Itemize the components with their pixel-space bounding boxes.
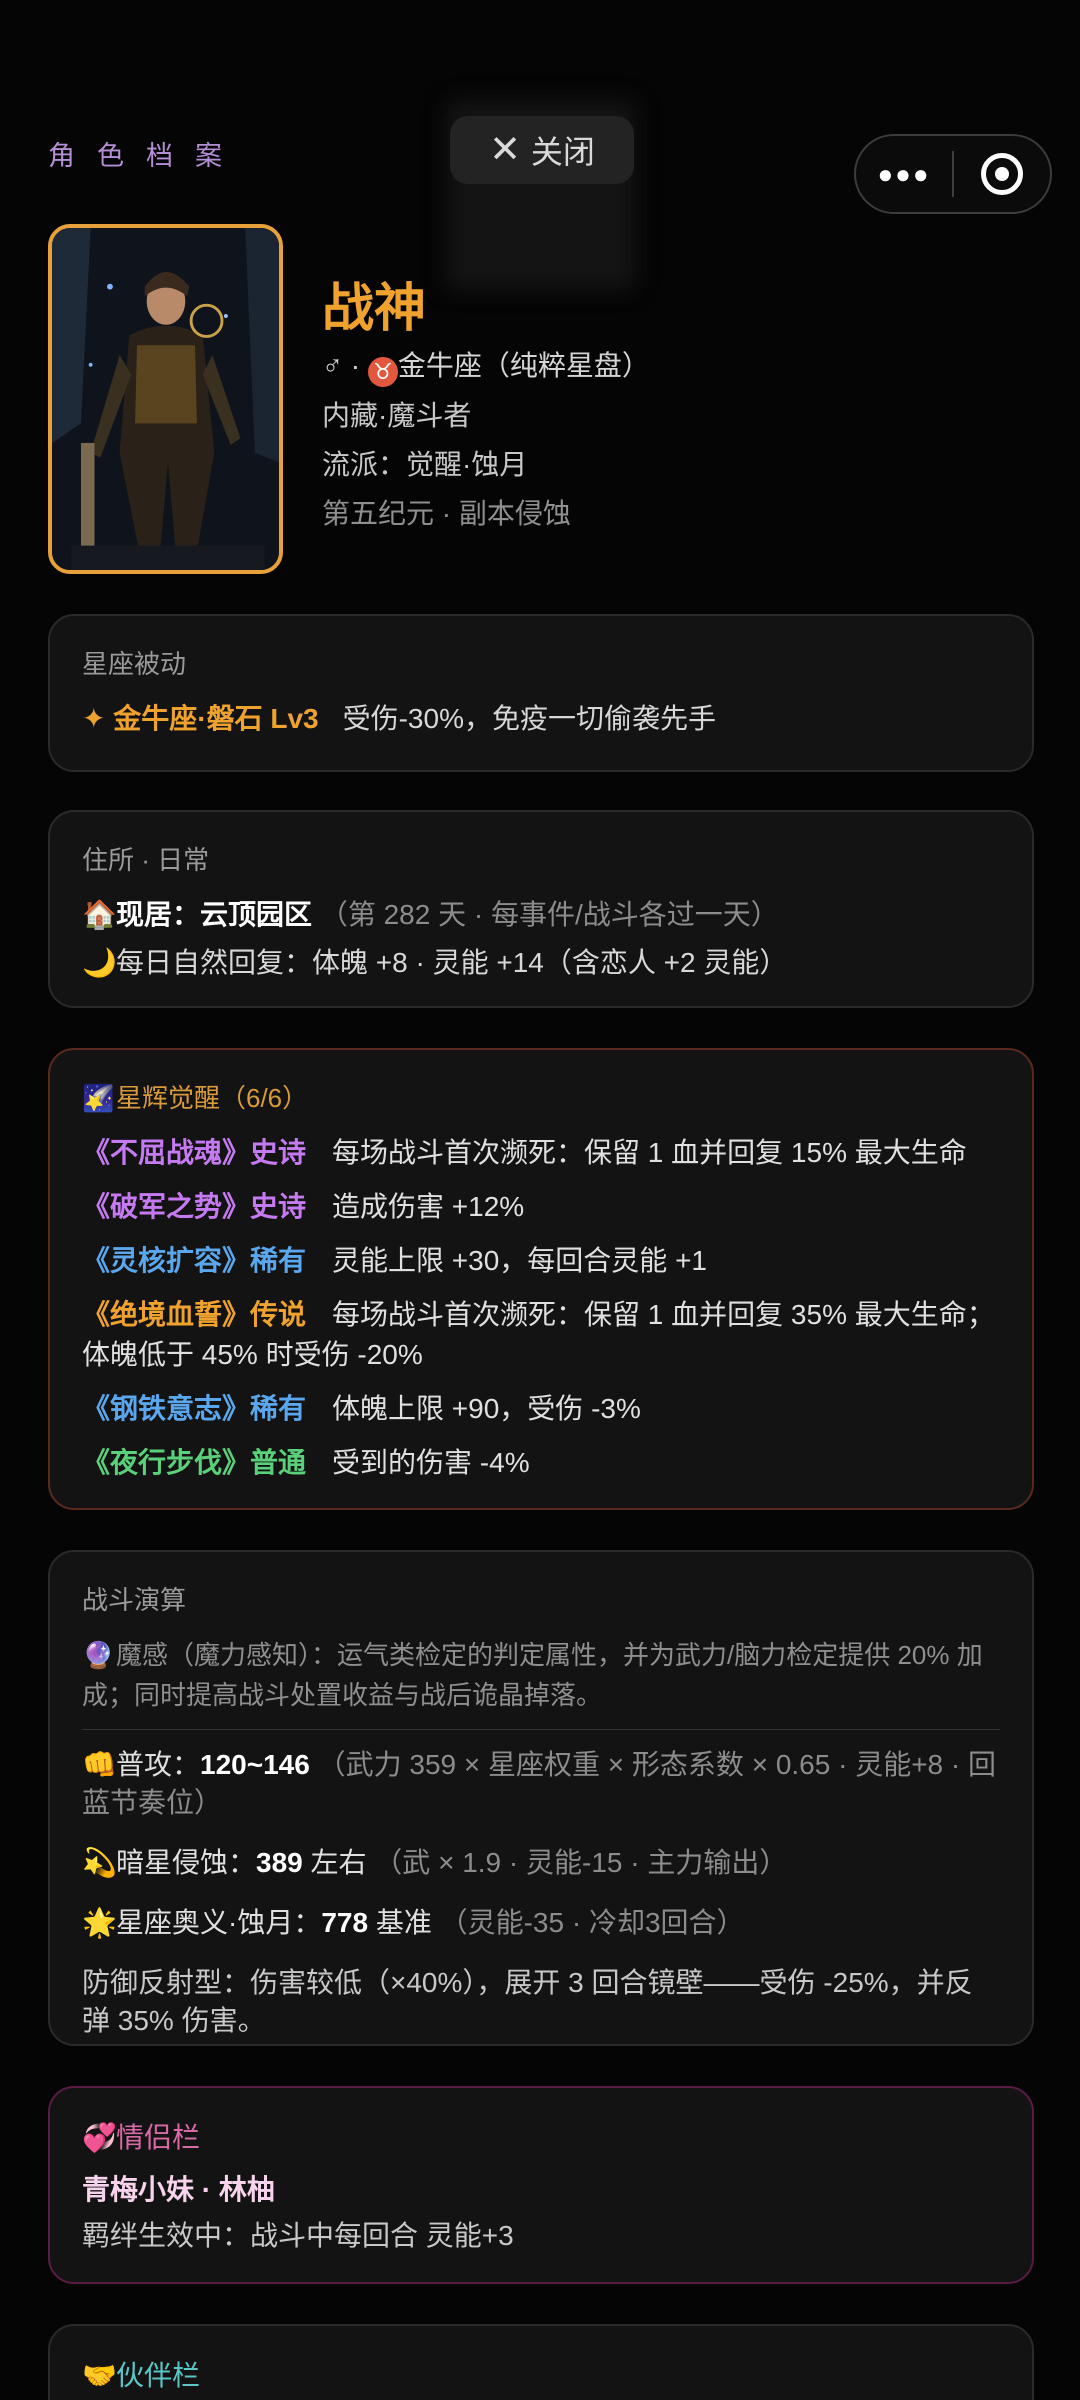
hidden-class: 内藏·魔斗者 — [322, 400, 472, 431]
lover-bond: 羁绊生效中：战斗中每回合 灵能+3 — [82, 2220, 514, 2251]
close-label: 关闭 — [530, 134, 595, 170]
ult-row: 🌟星座奥义·蚀月：778 基准 （灵能-35 · 冷却3回合） — [82, 1904, 1000, 1942]
page-title: 角色档案 — [48, 141, 244, 171]
awakening-item: 《绝境血誓》传说 每场战斗首次濒死：保留 1 血并回复 35% 最大生命；体魄低于… — [82, 1295, 1000, 1375]
crystal-ball-icon: 🔮 — [82, 1640, 115, 1670]
awakening-item: 《破军之势》史诗 造成伤害 +12% — [82, 1187, 1000, 1227]
ult-value: 778 — [321, 1907, 369, 1938]
recovery-row: 🌙每日自然回复：体魄 +8 · 灵能 +14（含恋人 +2 灵能） — [82, 943, 1000, 983]
erode-row: 💫暗星侵蚀：389 左右 （武 × 1.9 · 灵能-15 · 主力输出） — [82, 1844, 1000, 1882]
exit-target-icon[interactable] — [954, 153, 1050, 195]
home-label: 现居： — [116, 899, 201, 930]
lover-title: 💞情侣栏 — [82, 2122, 201, 2153]
more-icon[interactable]: ●●● — [856, 159, 952, 190]
lover-name: 青梅小妹 · 林柚 — [82, 2174, 275, 2205]
hearts-icon: 💞 — [82, 2122, 117, 2153]
home-name: 云顶园区 — [200, 899, 313, 930]
residence-card: 住所 · 日常 🏠现居：云顶园区 （第 282 天 · 每事件/战斗各过一天） … — [48, 810, 1034, 1008]
passive-title: 星座被动 — [82, 649, 187, 679]
magic-sense-note: 🔮魔感（魔力感知）：运气类检定的判定属性，并为武力/脑力检定提供 20% 加成；… — [82, 1635, 1000, 1715]
awakening-name: 《夜行步伐》普通 — [82, 1447, 307, 1478]
awakening-name: 《不屈战魂》史诗 — [82, 1137, 307, 1168]
attack-row: 👊普攻：120~146 （武力 359 × 星座权重 × 形态系数 × 0.65… — [82, 1746, 1000, 1822]
awakening-desc: 灵能上限 +30，每回合灵能 +1 — [332, 1245, 707, 1276]
battle-title: 战斗演算 — [82, 1585, 187, 1615]
moon-icon: 🌙 — [82, 947, 117, 978]
zodiac-label: 金牛座（纯粹星盘） — [397, 350, 650, 381]
awakening-name: 《钢铁意志》稀有 — [82, 1393, 307, 1424]
glowing-star-icon: 🌟 — [82, 1907, 117, 1938]
awakening-name: 《破军之势》史诗 — [82, 1191, 307, 1222]
awakening-name: 《绝境血誓》传说 — [82, 1299, 307, 1330]
star-icon: ✦ — [82, 703, 106, 734]
passive-card: 星座被动 ✦ 金牛座·磐石 Lv3 受伤-30%，免疫一切偷袭先手 — [48, 614, 1034, 772]
taurus-icon: ♉ — [367, 357, 398, 387]
awakening-desc: 体魄上限 +90，受伤 -3% — [332, 1393, 641, 1424]
era: 第五纪元 · 副本侵蚀 — [322, 498, 571, 529]
ult-note: （灵能-35 · 冷却3回合） — [439, 1907, 745, 1938]
shooting-star-icon: 🌠 — [82, 1083, 115, 1113]
fist-icon: 👊 — [82, 1749, 117, 1780]
battle-card: 战斗演算 🔮魔感（魔力感知）：运气类检定的判定属性，并为武力/脑力检定提供 20… — [48, 1550, 1034, 2046]
partner-title: 🤝伙伴栏 — [82, 2360, 201, 2391]
defense-row: 防御反射型：伤害较低（×40%），展开 3 回合镜壁——受伤 -25%，并反弹 … — [82, 1967, 973, 2036]
close-button[interactable]: ✕ 关闭 — [450, 116, 634, 184]
house-icon: 🏠 — [82, 899, 117, 930]
handshake-icon: 🤝 — [82, 2360, 117, 2391]
erode-value: 389 — [256, 1847, 303, 1878]
awakening-item: 《钢铁意志》稀有 体魄上限 +90，受伤 -3% — [82, 1389, 1000, 1429]
home-note: （第 282 天 · 每事件/战斗各过一天） — [319, 899, 779, 930]
awakening-title: 🌠星辉觉醒（6/6） — [82, 1083, 309, 1113]
awakening-card: 🌠星辉觉醒（6/6） 《不屈战魂》史诗 每场战斗首次濒死：保留 1 血并回复 15… — [48, 1048, 1034, 1510]
school: 流派：觉醒·蚀月 — [322, 449, 528, 480]
character-name: 战神 — [322, 280, 427, 338]
residence-home-row: 🏠现居：云顶园区 （第 282 天 · 每事件/战斗各过一天） — [82, 895, 1000, 935]
passive-effect: 受伤-30%，免疫一切偷袭先手 — [342, 703, 716, 734]
awakening-desc: 受到的伤害 -4% — [332, 1447, 530, 1478]
awakening-desc: 造成伤害 +12% — [332, 1191, 525, 1222]
lover-card: 💞情侣栏 青梅小妹 · 林柚 羁绊生效中：战斗中每回合 灵能+3 — [48, 2086, 1034, 2284]
character-portrait — [48, 224, 283, 574]
partner-card: 🤝伙伴栏 — [48, 2324, 1034, 2400]
awakening-item: 《夜行步伐》普通 受到的伤害 -4% — [82, 1443, 1000, 1483]
awakening-desc: 每场战斗首次濒死：保留 1 血并回复 15% 最大生命 — [332, 1137, 967, 1168]
close-icon: ✕ — [489, 129, 521, 171]
gender-prefix: ♂ · — [322, 350, 368, 381]
attack-value: 120~146 — [200, 1749, 310, 1780]
passive-name: ✦ 金牛座·磐石 Lv3 — [82, 703, 319, 734]
passive-row: ✦ 金牛座·磐石 Lv3 受伤-30%，免疫一切偷袭先手 — [82, 699, 1000, 739]
awakening-name: 《灵核扩容》稀有 — [82, 1245, 307, 1276]
recovery-text: 每日自然回复：体魄 +8 · 灵能 +14（含恋人 +2 灵能） — [116, 947, 788, 978]
residence-title: 住所 · 日常 — [82, 845, 210, 875]
mini-program-capsule: ●●● — [854, 134, 1052, 214]
gender-zodiac: ♂ · ♉ 金牛座（纯粹星盘） — [322, 344, 650, 387]
awakening-item: 《不屈战魂》史诗 每场战斗首次濒死：保留 1 血并回复 15% 最大生命 — [82, 1133, 1000, 1173]
divider — [82, 1729, 1000, 1730]
dizzy-icon: 💫 — [82, 1847, 117, 1878]
erode-note: （武 × 1.9 · 灵能-15 · 主力输出） — [374, 1847, 788, 1878]
awakening-item: 《灵核扩容》稀有 灵能上限 +30，每回合灵能 +1 — [82, 1241, 1000, 1281]
